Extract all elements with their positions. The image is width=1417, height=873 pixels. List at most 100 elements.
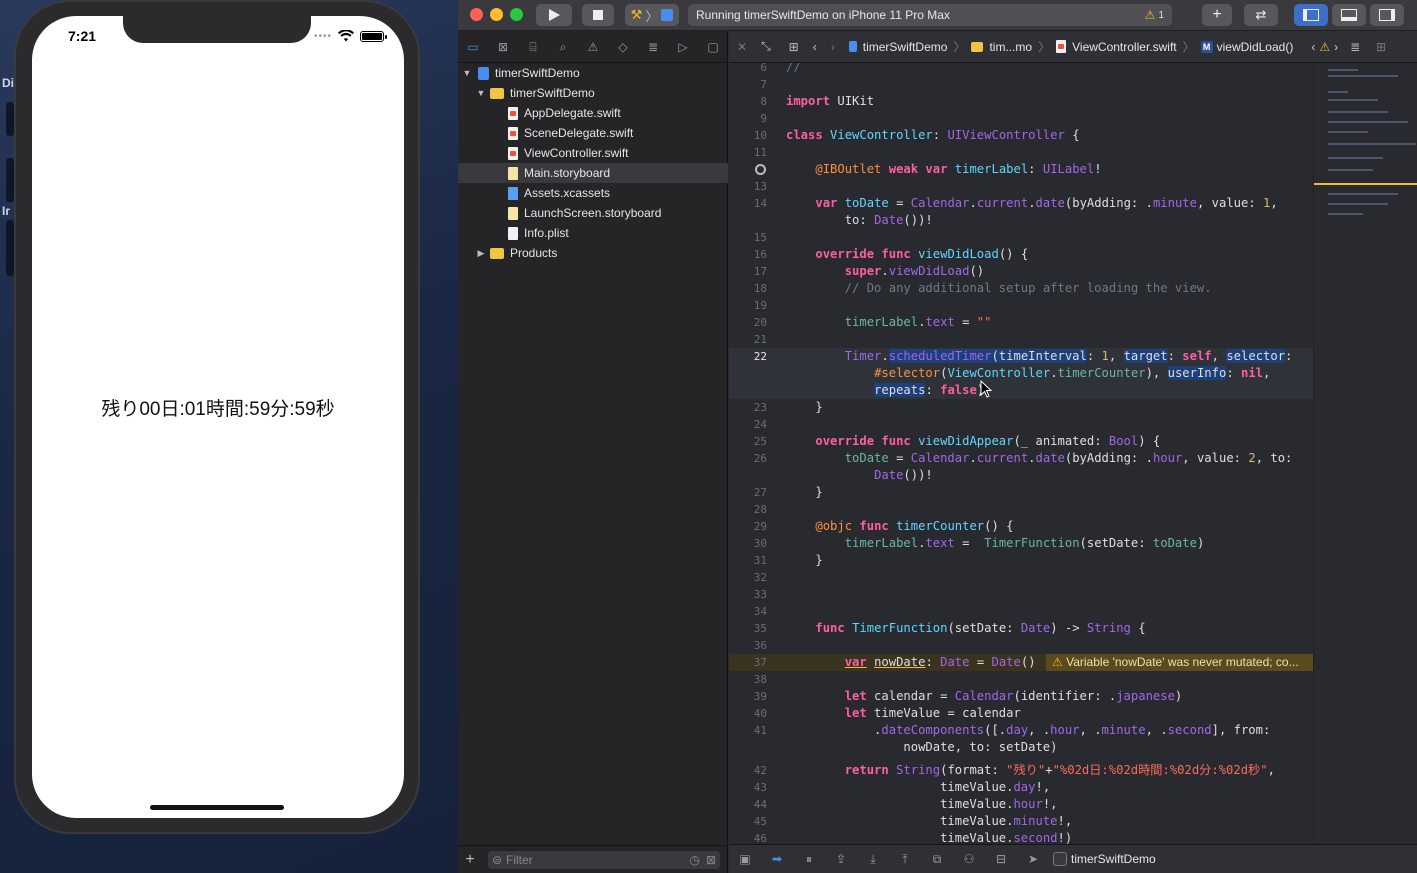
add-file-button[interactable]: + [458, 851, 482, 869]
tree-item-file-selected[interactable]: Main.storyboard [458, 163, 728, 183]
close-window-button[interactable] [470, 8, 483, 21]
close-editor-icon[interactable]: ✕ [737, 40, 747, 54]
test-icon[interactable]: ◇ [616, 40, 630, 54]
tree-item-project[interactable]: ▼ timerSwiftDemo [458, 63, 728, 83]
folder-icon[interactable]: ▭ [466, 40, 480, 54]
chevron-right-icon: 〉 [953, 40, 966, 54]
back-icon[interactable]: ‹ [813, 40, 817, 54]
environment-overrides-icon[interactable]: ⊟ [993, 852, 1009, 866]
code-line: to: Date())! [786, 213, 933, 227]
desktop-item [6, 220, 14, 276]
debug-icon[interactable]: ≣ [646, 40, 660, 54]
swap-arrows-icon: ⇄ [1255, 7, 1267, 22]
target-icon [661, 9, 674, 21]
code-line: 24 [753, 418, 767, 431]
code-line: 44 timeValue.hour!, [753, 797, 1058, 811]
recent-files-icon[interactable]: ◷ [690, 853, 700, 867]
breadcrumb-project[interactable]: timerSwiftDemo [848, 40, 947, 54]
tree-item-file[interactable]: Info.plist [458, 223, 728, 243]
view-hierarchy-icon[interactable]: ⧉ [929, 852, 945, 866]
code-line: Date())! [874, 468, 933, 482]
toggle-navigator-button[interactable] [1294, 4, 1328, 26]
navigator-pane-icon [1303, 9, 1319, 21]
library-button[interactable]: + [1202, 4, 1232, 26]
warning-icon[interactable]: ⚠ [1319, 40, 1330, 54]
inline-warning[interactable]: ⚠ Variable 'nowDate' was never mutated; … [1046, 654, 1313, 671]
memory-graph-icon[interactable]: ⚇ [961, 852, 977, 866]
breakpoint-icon[interactable]: ▷ [676, 40, 690, 54]
symbol-icon[interactable]: ⌸ [526, 40, 540, 54]
toggle-debug-area-button[interactable] [1332, 4, 1366, 26]
code-line: 25 override func viewDidAppear(_ animate… [753, 434, 1161, 448]
code-review-button[interactable]: ⇄ [1244, 4, 1278, 26]
tree-item-products[interactable]: ▶ Products [458, 243, 728, 263]
code-line: 28 [753, 503, 767, 516]
previous-issue-icon[interactable]: ‹ [1311, 40, 1315, 54]
code-line: 6// [760, 63, 801, 74]
minimap-line [1328, 169, 1373, 171]
tree-item-file[interactable]: SceneDelegate.swift [458, 123, 728, 143]
code-line: 41 .dateComponents([.day, .hour, .minute… [753, 723, 1271, 737]
toggle-inspector-button[interactable] [1370, 4, 1404, 26]
simulator-screen[interactable]: 7:21 •••• 残り00日:01時間:59分:59秒 [32, 16, 404, 818]
minimap-line [1328, 69, 1358, 71]
search-icon[interactable]: ⌕ [556, 40, 570, 54]
chevron-right-icon: 〉 [1038, 40, 1051, 54]
code-line: 20 timerLabel.text = "" [753, 315, 992, 329]
breakpoints-toggle-icon[interactable]: ➡ [769, 852, 785, 866]
code-line: nowDate, to: setDate) [786, 740, 1058, 754]
code-line: 45 timeValue.minute!, [753, 814, 1073, 828]
activity-status: Running timerSwiftDemo on iPhone 11 Pro … [696, 8, 950, 22]
tree-item-file[interactable]: ViewController.swift [458, 143, 728, 163]
folder-icon [971, 41, 984, 52]
expand-icon[interactable]: ⤡ [761, 39, 771, 54]
issue-icon[interactable]: ⚠ [586, 40, 600, 54]
forward-icon[interactable]: › [831, 40, 835, 54]
hide-debug-area-icon[interactable]: ▣ [737, 852, 753, 866]
disclosure-open-icon[interactable]: ▼ [476, 88, 486, 98]
breadcrumb-file[interactable]: ViewController.swift [1056, 40, 1177, 54]
minimap[interactable] [1313, 63, 1417, 844]
tree-item-file[interactable]: LaunchScreen.storyboard [458, 203, 728, 223]
report-icon[interactable]: ▢ [706, 40, 720, 54]
filter-input[interactable]: ⊜ Filter ◷ ⊠ [488, 851, 720, 869]
outlet-connection-icon[interactable] [755, 164, 766, 175]
home-indicator[interactable] [150, 805, 284, 810]
disclosure-closed-icon[interactable]: ▶ [476, 248, 486, 259]
step-out-icon[interactable]: ⤒ [897, 852, 913, 866]
folder-icon [490, 87, 504, 99]
code-line: @IBOutlet weak var timerLabel: UILabel! [729, 161, 1313, 178]
code-line: 9 [760, 112, 767, 125]
scheme-icon: ⚒ [630, 7, 643, 22]
code-line: 17 super.viewDidLoad() [753, 264, 985, 278]
minimize-window-button[interactable] [490, 8, 503, 21]
disclosure-open-icon[interactable]: ▼ [462, 68, 472, 78]
next-issue-icon[interactable]: › [1334, 40, 1338, 54]
run-button[interactable] [536, 4, 572, 26]
simulate-location-icon[interactable]: ➤ [1025, 852, 1041, 866]
tree-item-file[interactable]: Assets.xcassets [458, 183, 728, 203]
scheme-selector[interactable]: ⚒ 〉 [625, 4, 679, 26]
code-line: 21 [753, 333, 767, 346]
step-over-icon[interactable]: ⇪ [833, 852, 849, 866]
code-line: 38 [753, 673, 767, 686]
pause-icon[interactable]: ⏸ [801, 852, 817, 866]
split-editor-icon[interactable]: ⊞ [1376, 40, 1386, 54]
tree-item-group[interactable]: ▼ timerSwiftDemo [458, 83, 728, 103]
editor-options-icon[interactable]: ≣ [1350, 40, 1360, 54]
source-control-icon[interactable]: ⊠ [496, 40, 510, 54]
title-bar: ⚒ 〉 Running timerSwiftDemo on iPhone 11 P… [458, 0, 1417, 31]
code-line: 27 } [753, 485, 823, 499]
stop-button[interactable] [582, 4, 614, 26]
scm-filter-icon[interactable]: ⊠ [706, 853, 716, 867]
zoom-window-button[interactable] [510, 8, 523, 21]
related-items-icon[interactable]: ⊞ [789, 40, 799, 54]
minimap-line [1328, 193, 1398, 195]
breadcrumb-folder[interactable]: tim...mo [971, 40, 1032, 54]
warning-badge[interactable]: ⚠ 1 [1145, 8, 1164, 22]
breadcrumb-method[interactable]: MviewDidLoad() [1200, 40, 1293, 54]
source-editor[interactable]: 6// 7 8 import UIKit 9 10 class ViewContro… [729, 63, 1313, 844]
jump-bar: ✕ ⤡ ⊞ ‹ › timerSwiftDemo 〉 tim...mo 〉 Vi… [729, 31, 1417, 63]
tree-item-file[interactable]: AppDelegate.swift [458, 103, 728, 123]
step-into-icon[interactable]: ⤓ [865, 852, 881, 866]
